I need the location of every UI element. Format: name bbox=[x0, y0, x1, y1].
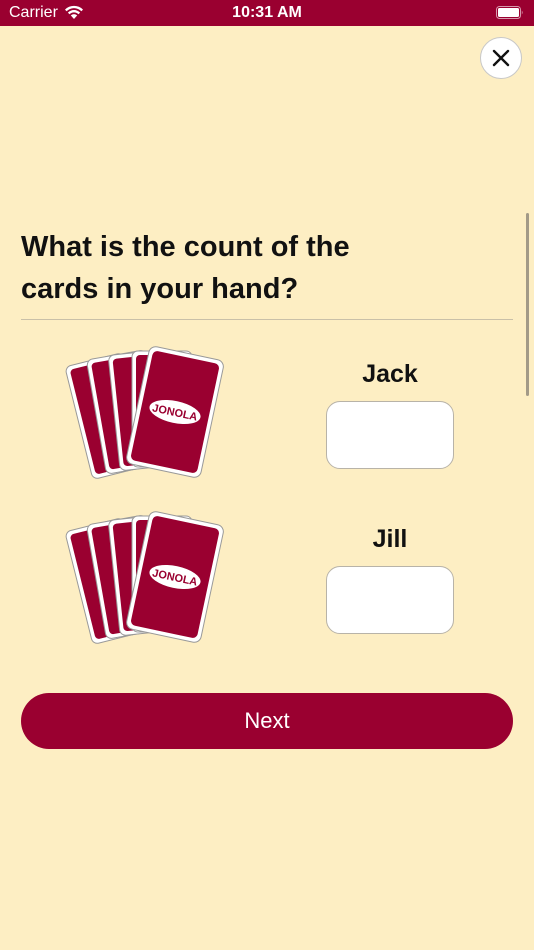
card-stack-icon: JONOLA bbox=[65, 346, 224, 479]
divider bbox=[21, 319, 513, 320]
close-button[interactable] bbox=[480, 37, 522, 79]
player-name-jack: Jack bbox=[362, 360, 418, 388]
player-name-jill: Jill bbox=[372, 525, 408, 553]
close-icon bbox=[492, 49, 510, 67]
status-time: 10:31 AM bbox=[232, 4, 302, 21]
battery-icon bbox=[496, 6, 523, 19]
status-bar: Carrier 10:31 AM bbox=[0, 0, 534, 26]
scroll-indicator[interactable] bbox=[526, 213, 529, 396]
count-input-jack[interactable] bbox=[326, 401, 454, 469]
question-heading: What is the count of the cards in your h… bbox=[21, 231, 350, 305]
card-stack-icon: JONOLA bbox=[65, 511, 224, 644]
count-input-jill[interactable] bbox=[326, 566, 454, 634]
next-button[interactable]: Next bbox=[21, 693, 513, 749]
